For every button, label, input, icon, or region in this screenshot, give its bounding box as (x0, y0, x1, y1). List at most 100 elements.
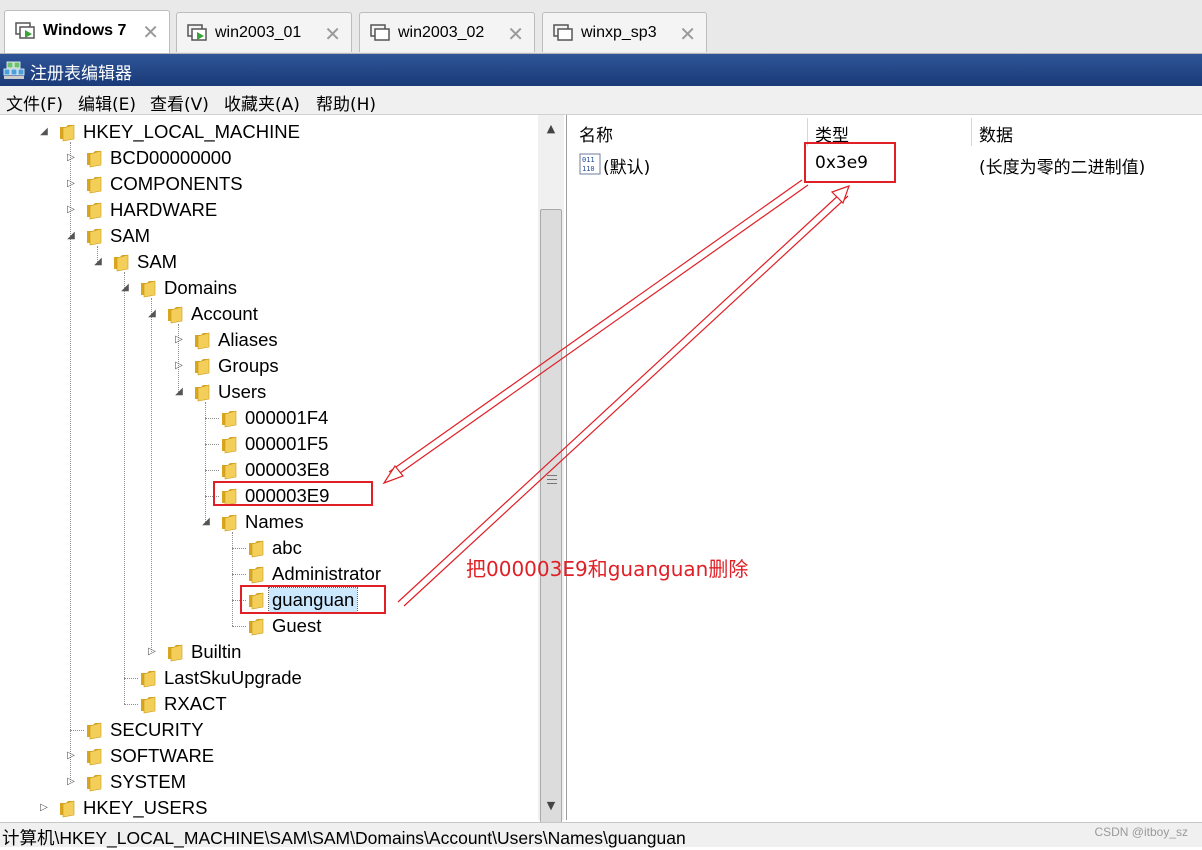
tree-node-label: HKEY_USERS (83, 797, 208, 818)
collapse-arrow-icon[interactable]: ◢ (92, 256, 104, 268)
scroll-up-arrow[interactable]: ▲ (538, 119, 564, 139)
menu-edit[interactable]: 编辑(E) (78, 90, 136, 115)
tree-node[interactable]: ◢ Account (0, 302, 536, 328)
tree-node[interactable]: SECURITY (0, 718, 536, 744)
tree-node[interactable]: RXACT (0, 692, 536, 718)
expand-arrow-icon[interactable]: ▷ (173, 360, 185, 372)
vm-run-icon (15, 22, 35, 39)
vm-tab-win2003-02[interactable]: win2003_02 ✕ (359, 12, 535, 52)
tree-connector (200, 464, 212, 476)
tree-node[interactable]: ▷ Groups (0, 354, 536, 380)
window-title-bar[interactable]: 注册表编辑器 (0, 54, 1202, 86)
annotation-text: 把000003E9和guanguan删除 (466, 557, 749, 581)
collapse-arrow-icon[interactable]: ◢ (173, 386, 185, 398)
folder-icon (141, 696, 156, 714)
tree-node[interactable]: ▷ Builtin (0, 640, 536, 666)
tree-node[interactable]: 000001F4 (0, 406, 536, 432)
annotation-box-guanguan (240, 585, 386, 614)
column-header-data[interactable]: 数据 (979, 121, 1013, 151)
tree-connector (200, 412, 212, 424)
vm-tab-win2003-01[interactable]: win2003_01 ✕ (176, 12, 352, 52)
folder-icon (87, 722, 102, 740)
folder-icon (249, 540, 264, 558)
vm-icon (553, 24, 573, 41)
collapse-arrow-icon[interactable]: ◢ (38, 126, 50, 138)
scrollbar-thumb[interactable] (540, 209, 562, 839)
close-icon[interactable]: ✕ (507, 22, 524, 46)
expand-arrow-icon[interactable]: ▷ (65, 776, 77, 788)
folder-icon (195, 358, 210, 376)
collapse-arrow-icon[interactable]: ◢ (200, 516, 212, 528)
tree-node[interactable]: Guest (0, 614, 536, 640)
folder-icon (222, 462, 237, 480)
value-data: (长度为零的二进制值) (979, 158, 1146, 178)
vm-tab-label: win2003_01 (215, 24, 302, 41)
watermark: CSDN @itboy_sz (1094, 825, 1188, 839)
tree-node[interactable]: ▷ HARDWARE (0, 198, 536, 224)
close-icon[interactable]: ✕ (324, 22, 341, 46)
expand-arrow-icon[interactable]: ▷ (65, 152, 77, 164)
tree-node[interactable]: ▷ Aliases (0, 328, 536, 354)
expand-arrow-icon[interactable]: ▷ (65, 750, 77, 762)
folder-icon (87, 176, 102, 194)
tree-node[interactable]: ◢ Domains (0, 276, 536, 302)
tree-node[interactable]: abc (0, 536, 536, 562)
tree-node[interactable]: ▷ HKEY_USERS (0, 796, 536, 820)
tree-node[interactable]: ◢ SAM (0, 224, 536, 250)
window-title: 注册表编辑器 (30, 64, 132, 84)
tree-node[interactable]: ▷ COMPONENTS (0, 172, 536, 198)
grip-line (547, 479, 557, 480)
collapse-arrow-icon[interactable]: ◢ (146, 308, 158, 320)
tree-node[interactable]: ◢ Users (0, 380, 536, 406)
scroll-down-arrow[interactable]: ▼ (538, 796, 564, 816)
vm-tab-winxp-sp3[interactable]: winxp_sp3 ✕ (542, 12, 707, 52)
expand-arrow-icon[interactable]: ▷ (65, 204, 77, 216)
column-separator[interactable] (971, 118, 972, 146)
collapse-arrow-icon[interactable]: ◢ (119, 282, 131, 294)
expand-arrow-icon[interactable]: ▷ (38, 802, 50, 814)
folder-icon (87, 228, 102, 246)
menu-help[interactable]: 帮助(H) (316, 90, 376, 115)
folder-icon (87, 202, 102, 220)
tree-node-label: COMPONENTS (110, 173, 243, 194)
collapse-arrow-icon[interactable]: ◢ (65, 230, 77, 242)
expand-arrow-icon[interactable]: ▷ (173, 334, 185, 346)
tree-node-label: Groups (218, 355, 279, 376)
regedit-icon (3, 61, 25, 79)
menu-favorites[interactable]: 收藏夹(A) (224, 90, 300, 115)
tree-node[interactable]: ◢ SAM (0, 250, 536, 276)
registry-values-list[interactable]: 名称 类型 数据 011 110 (默认) 0x3e9 (长度为零的二进制值) (571, 115, 1202, 820)
expand-arrow-icon[interactable]: ▷ (65, 178, 77, 190)
folder-icon (168, 306, 183, 324)
menu-file[interactable]: 文件(F) (6, 90, 63, 115)
tree-node-label: Account (191, 303, 258, 324)
expand-arrow-icon[interactable]: ▷ (146, 646, 158, 658)
tree-node[interactable]: 000001F5 (0, 432, 536, 458)
tree-node-label: Names (245, 511, 304, 532)
tree-node-label: BCD00000000 (110, 147, 232, 168)
tree-node[interactable]: ◢ Names (0, 510, 536, 536)
folder-icon (222, 410, 237, 428)
tree-connector (227, 594, 239, 606)
folder-icon (195, 384, 210, 402)
column-header-name[interactable]: 名称 (579, 121, 613, 151)
tree-node[interactable]: ▷ BCD00000000 (0, 146, 536, 172)
folder-icon (60, 800, 75, 818)
vm-tab-windows7[interactable]: Windows 7 ✕ (4, 10, 170, 53)
tree-node[interactable]: ▷ SYSTEM (0, 770, 536, 796)
tree-node[interactable]: LastSkuUpgrade (0, 666, 536, 692)
tree-scrollbar[interactable]: ▲ ▼ (538, 115, 564, 839)
vm-tab-label: win2003_02 (398, 24, 485, 41)
tree-node[interactable]: ▷ SOFTWARE (0, 744, 536, 770)
tree-connector (200, 490, 212, 502)
tree-node-label: SAM (137, 251, 178, 272)
close-icon[interactable]: ✕ (142, 20, 159, 44)
tree-node-label: 000001F4 (245, 407, 329, 428)
tree-node[interactable]: ◢ HKEY_LOCAL_MACHINE (0, 120, 536, 146)
folder-icon (87, 150, 102, 168)
close-icon[interactable]: ✕ (679, 22, 696, 46)
menu-view[interactable]: 查看(V) (150, 90, 209, 115)
tree-node-label: LastSkuUpgrade (164, 667, 302, 688)
tree-node-label: Guest (272, 615, 322, 636)
registry-key-tree[interactable]: ◢ HKEY_LOCAL_MACHINE ▷ BCD00000000 ▷ COMPONEN… (0, 115, 567, 820)
